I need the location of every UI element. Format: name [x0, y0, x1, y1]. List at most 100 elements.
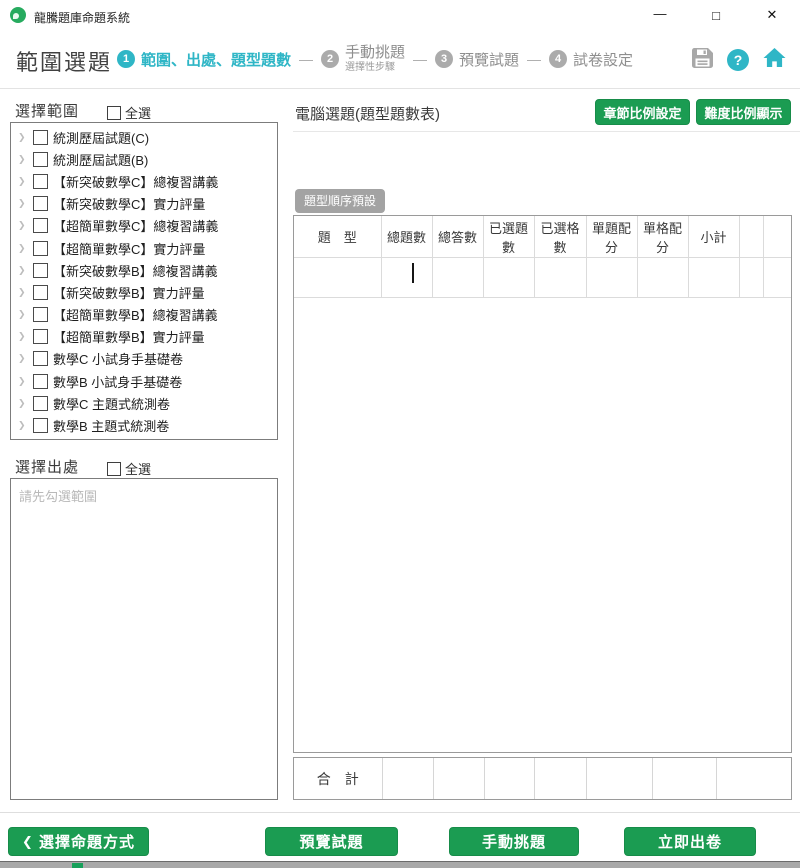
window-title: 龍騰題庫命題系統	[34, 9, 130, 26]
tree-item-row[interactable]: ❯ 【新突破數學C】實力評量	[11, 193, 277, 215]
tree-item-row[interactable]: ❯ 數學C 主題式統測卷	[11, 392, 277, 414]
step-2-manual-pick[interactable]: 2 手動挑題 選擇性步驟	[321, 45, 405, 73]
step-3-preview[interactable]: 3 預覽試題	[435, 49, 519, 70]
chevron-right-icon[interactable]: ❯	[18, 132, 33, 143]
cell-points-per-cell[interactable]	[637, 258, 688, 298]
home-icon[interactable]	[763, 47, 786, 73]
header-icons: ?	[692, 47, 786, 73]
col-points-per-question: 單題配分	[586, 216, 637, 258]
tree-item-row[interactable]: ❯ 數學B 小試身手基礎卷	[11, 370, 277, 392]
chevron-right-icon[interactable]: ❯	[18, 198, 33, 209]
maximize-button[interactable]: □	[688, 0, 744, 30]
tree-item-checkbox[interactable]	[33, 374, 48, 389]
step-1-number: 1	[117, 50, 135, 68]
totals-cell	[484, 758, 534, 799]
step-1-label: 範圍、出處、題型題數	[141, 49, 291, 70]
tree-item-checkbox[interactable]	[33, 285, 48, 300]
tree-item-checkbox[interactable]	[33, 351, 48, 366]
window-titlebar: 龍騰題庫命題系統 — □ ✕	[0, 0, 800, 30]
chevron-right-icon[interactable]: ❯	[18, 176, 33, 187]
cell-subtotal[interactable]	[688, 258, 739, 298]
tree-item-row[interactable]: ❯ 【新突破數學C】總複習講義	[11, 170, 277, 192]
chevron-right-icon[interactable]: ❯	[18, 154, 33, 165]
generate-paper-button[interactable]: 立即出卷	[624, 827, 756, 856]
save-icon[interactable]	[692, 48, 713, 73]
tree-item-row[interactable]: ❯ 【新突破數學B】總複習講義	[11, 259, 277, 281]
tree-item-checkbox[interactable]	[33, 218, 48, 233]
preview-questions-button[interactable]: 預覽試題	[265, 827, 398, 856]
col-points-per-cell: 單格配分	[637, 216, 688, 258]
cell-empty-2[interactable]	[763, 258, 791, 298]
chevron-right-icon[interactable]: ❯	[18, 420, 33, 431]
tree-item-checkbox[interactable]	[33, 329, 48, 344]
totals-cell	[716, 758, 791, 799]
minimize-button[interactable]: —	[632, 0, 688, 30]
help-icon[interactable]: ?	[727, 49, 749, 71]
tree-item-row[interactable]: ❯ 【超簡單數學B】總複習講義	[11, 304, 277, 326]
tree-item-row[interactable]: ❯ 數學B 主題式統測卷	[11, 414, 277, 436]
col-total-questions: 總題數	[381, 216, 432, 258]
col-question-type: 題 型	[294, 216, 381, 258]
tree-item-row[interactable]: ❯ 【超簡單數學B】實力評量	[11, 326, 277, 348]
chevron-right-icon[interactable]: ❯	[18, 220, 33, 231]
chevron-right-icon[interactable]: ❯	[18, 287, 33, 298]
cell-total-answers[interactable]	[432, 258, 483, 298]
source-panel-title: 選擇出處	[15, 456, 79, 477]
range-select-all-checkbox[interactable]	[107, 106, 121, 120]
taskbar-edge	[0, 861, 800, 868]
cell-points-per-question[interactable]	[586, 258, 637, 298]
tree-item-checkbox[interactable]	[33, 307, 48, 322]
close-button[interactable]: ✕	[744, 0, 800, 30]
tree-item-row[interactable]: ❯ 數學C 小試身手基礎卷	[11, 348, 277, 370]
text-caret	[412, 263, 414, 283]
totals-label: 合 計	[294, 758, 382, 799]
chevron-right-icon[interactable]: ❯	[18, 398, 33, 409]
step-1-range[interactable]: 1 範圍、出處、題型題數	[117, 49, 291, 70]
difficulty-ratio-button[interactable]: 難度比例顯示	[696, 99, 791, 125]
chevron-right-icon[interactable]: ❯	[18, 309, 33, 320]
step-4-label: 試卷設定	[573, 49, 633, 70]
chapter-ratio-button[interactable]: 章節比例設定	[595, 99, 690, 125]
col-total-answers: 總答數	[432, 216, 483, 258]
tree-item-checkbox[interactable]	[33, 263, 48, 278]
tree-item-row[interactable]: ❯ 統測歷屆試題(C)	[11, 126, 277, 148]
tree-item-row[interactable]: ❯ 統測歷屆試題(B)	[11, 148, 277, 170]
tree-item-row[interactable]: ❯ 【超簡單數學C】實力評量	[11, 237, 277, 259]
cell-question-type[interactable]	[294, 258, 381, 298]
step-4-paper-settings[interactable]: 4 試卷設定	[549, 49, 633, 70]
tree-item-checkbox[interactable]	[33, 196, 48, 211]
tree-item-checkbox[interactable]	[33, 241, 48, 256]
source-select-all-label: 全選	[125, 459, 151, 478]
range-select-all[interactable]: 全選	[107, 103, 151, 122]
chevron-right-icon[interactable]: ❯	[18, 353, 33, 364]
cell-total-questions[interactable]	[381, 258, 432, 298]
back-to-selection-mode-button[interactable]: ❮ 選擇命題方式	[8, 827, 149, 856]
chevron-right-icon[interactable]: ❯	[18, 376, 33, 387]
source-select-all[interactable]: 全選	[107, 459, 151, 478]
tree-item-checkbox[interactable]	[33, 130, 48, 145]
range-select-all-label: 全選	[125, 103, 151, 122]
tree-item-checkbox[interactable]	[33, 174, 48, 189]
page-header: 範圍選題 1 範圍、出處、題型題數 — 2 手動挑題 選擇性步驟 — 3 預覽試…	[0, 30, 800, 89]
table-body-row	[294, 258, 791, 298]
col-selected-cells: 已選格數	[534, 216, 586, 258]
chevron-right-icon[interactable]: ❯	[18, 243, 33, 254]
tree-item-checkbox[interactable]	[33, 418, 48, 433]
cell-selected-questions[interactable]	[483, 258, 534, 298]
manual-pick-button[interactable]: 手動挑題	[449, 827, 579, 856]
tree-item-row[interactable]: ❯ 【超簡單數學C】總複習講義	[11, 215, 277, 237]
tree-item-row[interactable]: ❯ 【新突破數學B】實力評量	[11, 281, 277, 303]
source-select-all-checkbox[interactable]	[107, 462, 121, 476]
tree-item-checkbox[interactable]	[33, 396, 48, 411]
col-empty-2	[763, 216, 791, 258]
step-separator: —	[527, 51, 541, 67]
totals-cell	[586, 758, 652, 799]
table-header-row: 題 型 總題數 總答數 已選題數 已選格數 單題配分 單格配分 小計	[294, 216, 791, 258]
tree-item-checkbox[interactable]	[33, 152, 48, 167]
step-separator: —	[413, 51, 427, 67]
chevron-right-icon[interactable]: ❯	[18, 265, 33, 276]
question-order-preset-badge[interactable]: 題型順序預設	[295, 189, 385, 213]
cell-empty-1[interactable]	[739, 258, 763, 298]
cell-selected-cells[interactable]	[534, 258, 586, 298]
chevron-right-icon[interactable]: ❯	[18, 331, 33, 342]
